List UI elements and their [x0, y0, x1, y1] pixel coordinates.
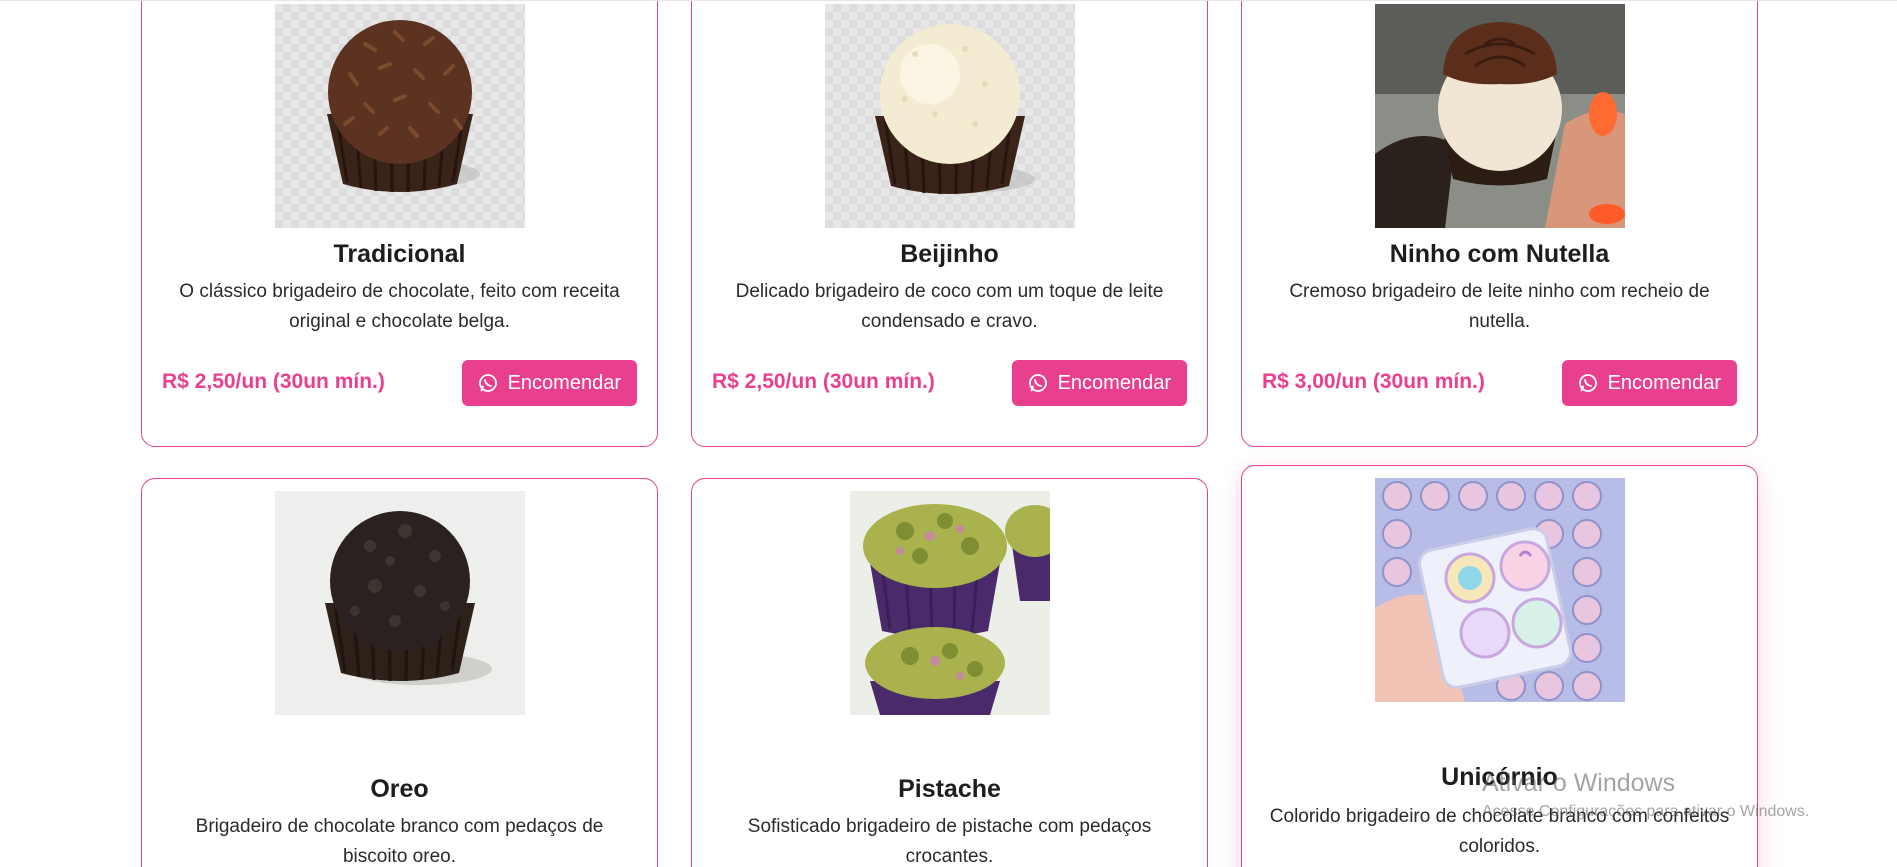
product-image-ninho-nutella — [1374, 4, 1625, 228]
product-description: Cremoso brigadeiro de leite ninho com re… — [1289, 281, 1710, 332]
product-description: Colorido brigadeiro de chocolate branco … — [1269, 806, 1730, 857]
product-image-beijinho — [824, 4, 1075, 228]
product-image-oreo — [274, 491, 525, 715]
product-image-tradicional — [274, 4, 525, 228]
product-name: Oreo — [370, 775, 429, 803]
product-description: Delicado brigadeiro de coco com um toque… — [735, 281, 1164, 332]
product-name: Pistache — [898, 775, 1001, 803]
whatsapp-icon — [478, 374, 497, 392]
product-card-pistache: Pistache Sofisticado brigadeiro de pista… — [691, 478, 1208, 867]
order-button-label: Encomendar — [1607, 371, 1721, 394]
product-description: O clássico brigadeiro de chocolate, feit… — [179, 281, 620, 332]
product-name: Unicórnio — [1441, 763, 1558, 791]
product-price: R$ 3,00/un (30un mín.) — [1262, 370, 1485, 393]
product-name: Ninho com Nutella — [1389, 240, 1610, 268]
order-button-label: Encomendar — [1057, 371, 1171, 394]
product-card-unicornio: Unicórnio Colorido brigadeiro de chocola… — [1241, 465, 1758, 867]
order-button-beijinho[interactable]: Encomendar — [1011, 360, 1187, 406]
whatsapp-icon — [1578, 374, 1597, 392]
order-button-ninho-nutella[interactable]: Encomendar — [1561, 360, 1737, 406]
page-viewport: Tradicional O clássico brigadeiro de cho… — [0, 0, 1897, 867]
product-image-pistache — [849, 491, 1050, 715]
order-button-tradicional[interactable]: Encomendar — [461, 360, 637, 406]
whatsapp-icon — [1028, 374, 1047, 392]
product-card-ninho-nutella: Ninho com Nutella Cremoso brigadeiro de … — [1241, 1, 1758, 447]
product-name: Beijinho — [900, 240, 999, 268]
product-image-unicornio — [1374, 478, 1625, 702]
product-description: Brigadeiro de chocolate branco com pedaç… — [195, 816, 604, 867]
order-button-label: Encomendar — [507, 371, 621, 394]
product-price: R$ 2,50/un (30un mín.) — [162, 370, 385, 393]
product-name: Tradicional — [333, 240, 466, 268]
product-card-beijinho: Beijinho Delicado brigadeiro de coco com… — [691, 1, 1208, 447]
product-card-oreo: Oreo Brigadeiro de chocolate branco com … — [141, 478, 658, 867]
product-card-tradicional: Tradicional O clássico brigadeiro de cho… — [141, 1, 658, 447]
product-description: Sofisticado brigadeiro de pistache com p… — [747, 816, 1152, 867]
product-price: R$ 2,50/un (30un mín.) — [712, 370, 935, 393]
